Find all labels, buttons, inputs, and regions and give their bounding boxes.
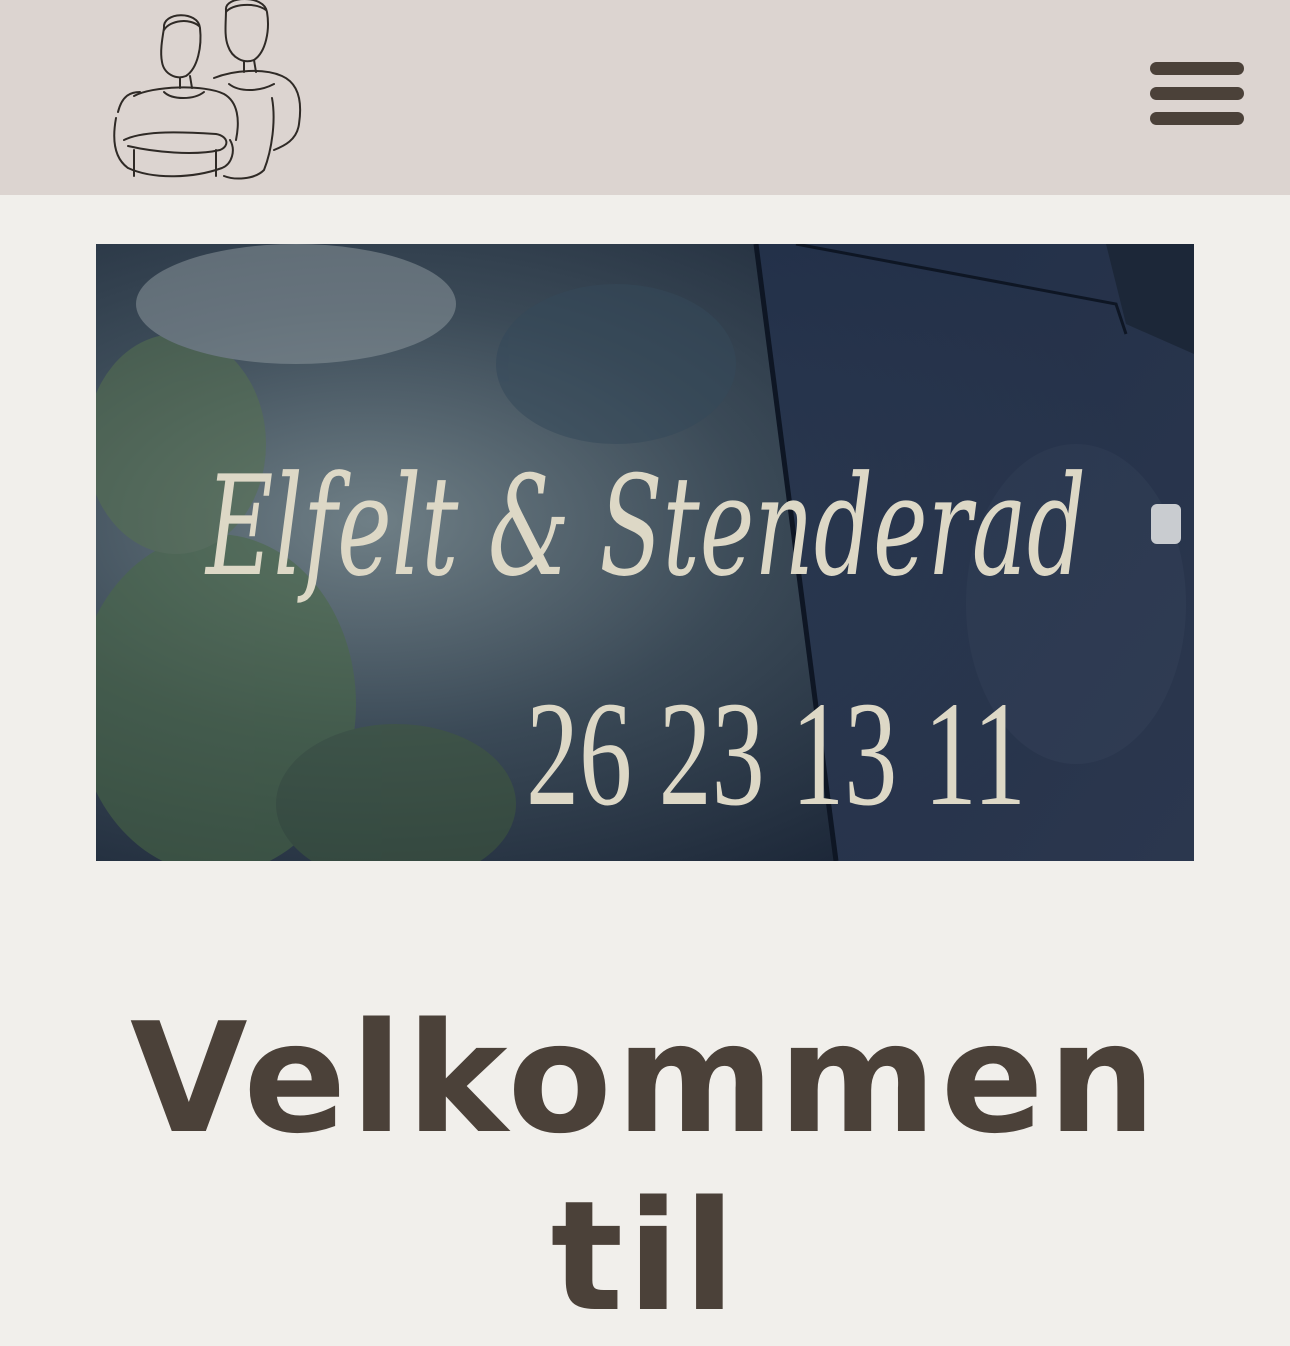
site-header xyxy=(0,0,1290,195)
hero-image: Elfelt & Stenderad 26 23 13 11 xyxy=(96,244,1194,861)
logo-icon[interactable] xyxy=(104,0,310,190)
van-lettering: Elfelt & Stenderad xyxy=(204,446,1086,607)
hamburger-menu-icon[interactable] xyxy=(1150,62,1244,126)
welcome-heading: Velkommen til xyxy=(0,990,1290,1346)
welcome-line-2: til xyxy=(550,1168,740,1345)
van-phone-number: 26 23 13 11 xyxy=(526,671,1026,837)
menu-bar xyxy=(1150,112,1244,125)
menu-bar xyxy=(1150,62,1244,75)
menu-bar xyxy=(1150,87,1244,100)
welcome-line-1: Velkommen xyxy=(129,990,1160,1167)
